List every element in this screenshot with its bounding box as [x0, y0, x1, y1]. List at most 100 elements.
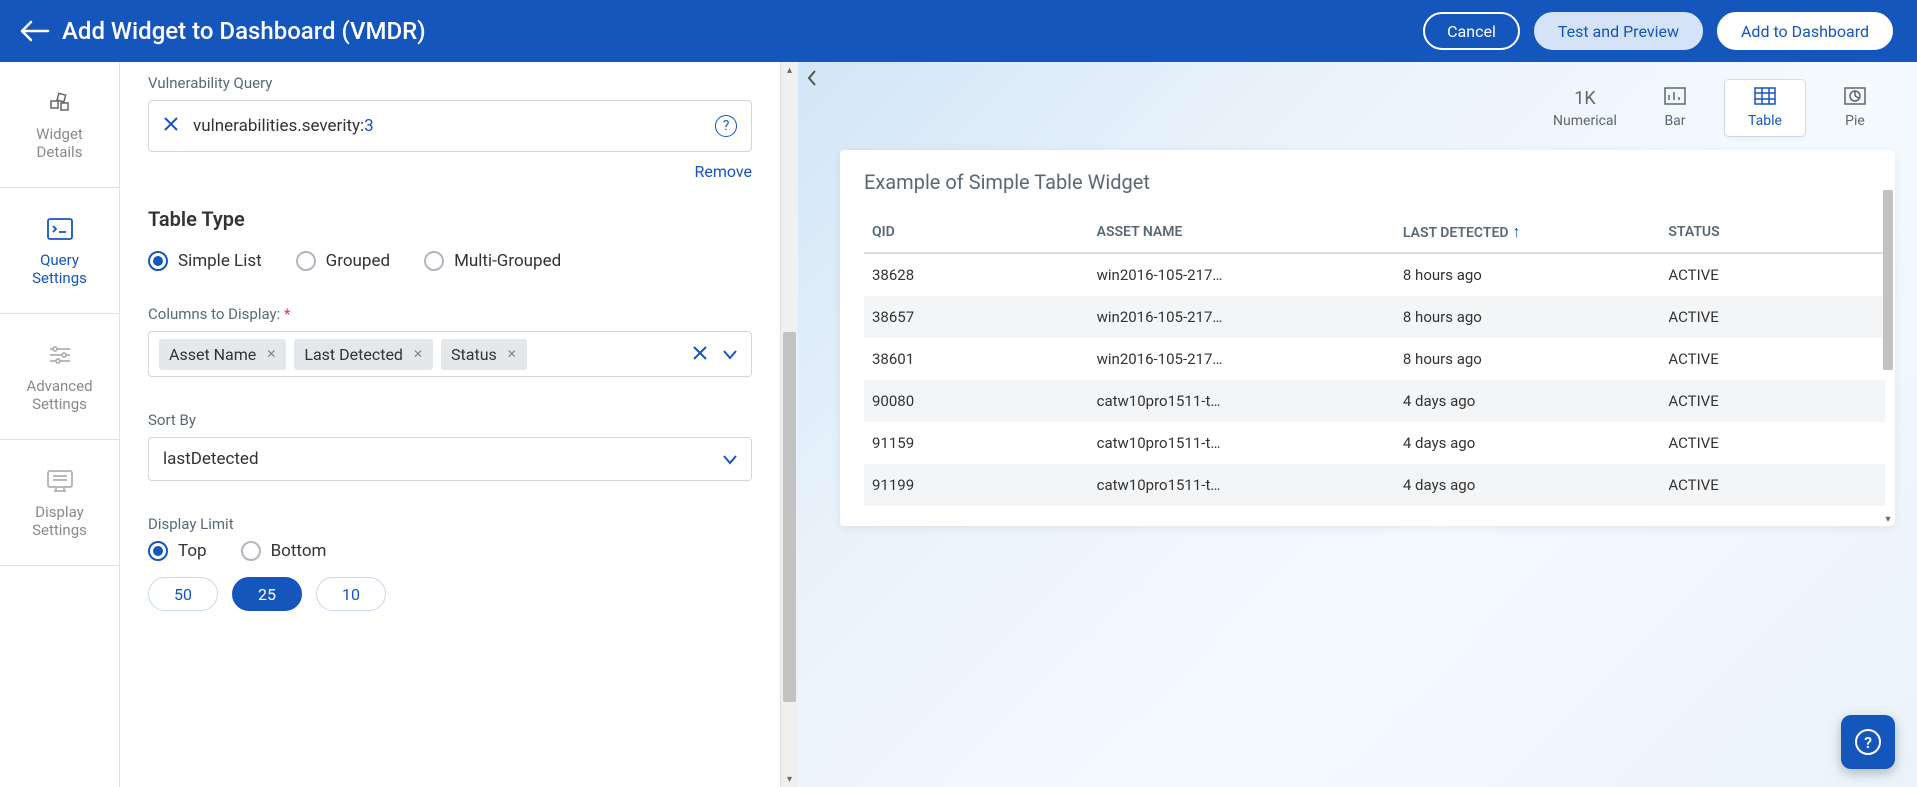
columns-to-display-label: Columns to Display: *	[148, 305, 752, 323]
form-scrollbar[interactable]: ▴ ▾	[780, 62, 798, 787]
radio-top[interactable]: Top	[148, 541, 207, 561]
radio-grouped[interactable]: Grouped	[296, 251, 390, 271]
nav-item-query-settings[interactable]: Query Settings	[0, 188, 119, 314]
nav-label: Advanced Settings	[26, 377, 92, 413]
table-scrollbar[interactable]: ▾	[1881, 190, 1895, 526]
view-tab-numerical[interactable]: 1K Numerical	[1545, 80, 1625, 136]
preview-card: Example of Simple Table Widget QID ASSET…	[840, 150, 1895, 526]
help-fab[interactable]: ?	[1841, 715, 1895, 769]
back-arrow-icon[interactable]	[14, 10, 56, 52]
table-icon	[1754, 87, 1776, 109]
view-tab-pie[interactable]: Pie	[1815, 80, 1895, 136]
radio-icon	[296, 251, 316, 271]
columns-to-display-input[interactable]: Asset Name✕ Last Detected✕ Status✕	[148, 331, 752, 377]
radio-simple-list[interactable]: Simple List	[148, 251, 262, 271]
query-text: vulnerabilities.severity:3	[193, 116, 701, 137]
view-tab-bar[interactable]: Bar	[1635, 80, 1715, 136]
nav-item-widget-details[interactable]: Widget Details	[0, 62, 119, 188]
preview-pane: 1K Numerical Bar Table Pie Example of Si…	[798, 62, 1917, 787]
cell-asset-name: catw10pro1511-t…	[1089, 464, 1395, 506]
pill-50[interactable]: 50	[148, 577, 218, 611]
cell-status: ACTIVE	[1660, 422, 1844, 464]
display-limit-radio-group: Top Bottom	[148, 541, 752, 561]
left-nav: Widget Details Query Settings Advanced S…	[0, 62, 120, 787]
cell-qid: 38628	[864, 253, 1089, 296]
advanced-settings-icon	[46, 341, 74, 369]
pill-10[interactable]: 10	[316, 577, 386, 611]
help-icon[interactable]: ?	[715, 115, 737, 137]
query-settings-icon	[46, 215, 74, 243]
th-asset-name[interactable]: ASSET NAME	[1089, 212, 1395, 253]
cell-asset-name: win2016-105-217…	[1089, 338, 1395, 380]
cell-asset-name: win2016-105-217…	[1089, 296, 1395, 338]
vulnerability-query-input[interactable]: vulnerabilities.severity:3 ?	[148, 100, 752, 152]
radio-icon	[241, 541, 261, 561]
pie-chart-icon	[1844, 87, 1866, 109]
page-title: Add Widget to Dashboard (VMDR)	[62, 17, 1409, 45]
sort-by-label: Sort By	[148, 411, 752, 429]
vulnerability-query-label: Vulnerability Query	[148, 74, 752, 92]
test-preview-button[interactable]: Test and Preview	[1534, 12, 1703, 50]
nav-label: Display Settings	[32, 503, 87, 539]
cell-last-detected: 4 days ago	[1395, 464, 1660, 506]
help-icon: ?	[1855, 729, 1881, 755]
scroll-thumb[interactable]	[783, 332, 796, 702]
cell-last-detected: 4 days ago	[1395, 380, 1660, 422]
table-row[interactable]: 38601win2016-105-217…8 hours agoACTIVE	[864, 338, 1885, 380]
table-type-title: Table Type	[148, 207, 752, 231]
cell-last-detected: 8 hours ago	[1395, 253, 1660, 296]
table-row[interactable]: 38657win2016-105-217…8 hours agoACTIVE	[864, 296, 1885, 338]
th-status[interactable]: STATUS	[1660, 212, 1844, 253]
scroll-thumb[interactable]	[1883, 190, 1893, 370]
remove-query-link[interactable]: Remove	[694, 162, 752, 181]
columns-dropdown-icon[interactable]	[719, 344, 741, 365]
cell-last-detected: 4 days ago	[1395, 422, 1660, 464]
nav-label: Query Settings	[32, 251, 87, 287]
scroll-down-icon[interactable]: ▾	[1881, 512, 1895, 526]
cell-status: ACTIVE	[1660, 296, 1844, 338]
cell-last-detected: 8 hours ago	[1395, 338, 1660, 380]
radio-multi-grouped[interactable]: Multi-Grouped	[424, 251, 561, 271]
table-row[interactable]: 91199catw10pro1511-t…4 days agoACTIVE	[864, 464, 1885, 506]
nav-item-advanced-settings[interactable]: Advanced Settings	[0, 314, 119, 440]
chip-remove-icon[interactable]: ✕	[507, 347, 517, 361]
scroll-up-icon[interactable]: ▴	[781, 62, 798, 78]
chip-asset-name[interactable]: Asset Name✕	[159, 339, 286, 370]
add-to-dashboard-button[interactable]: Add to Dashboard	[1717, 12, 1893, 50]
cancel-button[interactable]: Cancel	[1423, 12, 1520, 50]
th-last-detected[interactable]: LAST DETECTED↑	[1395, 212, 1660, 253]
chip-last-detected[interactable]: Last Detected✕	[294, 339, 433, 370]
collapse-preview-icon[interactable]	[800, 66, 824, 90]
clear-columns-icon[interactable]	[689, 344, 711, 365]
numerical-icon: 1K	[1574, 88, 1595, 109]
radio-icon	[424, 251, 444, 271]
chevron-down-icon	[723, 450, 737, 469]
chip-status[interactable]: Status✕	[441, 339, 527, 370]
cell-qid: 91159	[864, 422, 1089, 464]
radio-icon	[148, 541, 168, 561]
widget-details-icon	[46, 89, 74, 117]
cell-qid: 91199	[864, 464, 1089, 506]
view-tab-table[interactable]: Table	[1725, 80, 1805, 136]
th-qid[interactable]: QID	[864, 212, 1089, 253]
required-indicator: *	[284, 305, 290, 323]
table-row[interactable]: 38628win2016-105-217…8 hours agoACTIVE	[864, 253, 1885, 296]
preview-view-tabs: 1K Numerical Bar Table Pie	[840, 80, 1895, 136]
chip-remove-icon[interactable]: ✕	[266, 347, 276, 361]
nav-item-display-settings[interactable]: Display Settings	[0, 440, 119, 566]
radio-icon	[148, 251, 168, 271]
chip-remove-icon[interactable]: ✕	[413, 347, 423, 361]
pill-25[interactable]: 25	[232, 577, 302, 611]
display-limit-label: Display Limit	[148, 515, 752, 533]
table-row[interactable]: 90080catw10pro1511-t…4 days agoACTIVE	[864, 380, 1885, 422]
cell-qid: 90080	[864, 380, 1089, 422]
table-row[interactable]: 91159catw10pro1511-t…4 days agoACTIVE	[864, 422, 1885, 464]
table-type-radio-group: Simple List Grouped Multi-Grouped	[148, 251, 752, 271]
scroll-down-icon[interactable]: ▾	[781, 771, 798, 787]
sort-by-select[interactable]: lastDetected	[148, 437, 752, 481]
bar-chart-icon	[1664, 87, 1686, 109]
cell-qid: 38657	[864, 296, 1089, 338]
clear-query-icon[interactable]	[163, 116, 179, 137]
cell-qid: 38601	[864, 338, 1089, 380]
radio-bottom[interactable]: Bottom	[241, 541, 327, 561]
